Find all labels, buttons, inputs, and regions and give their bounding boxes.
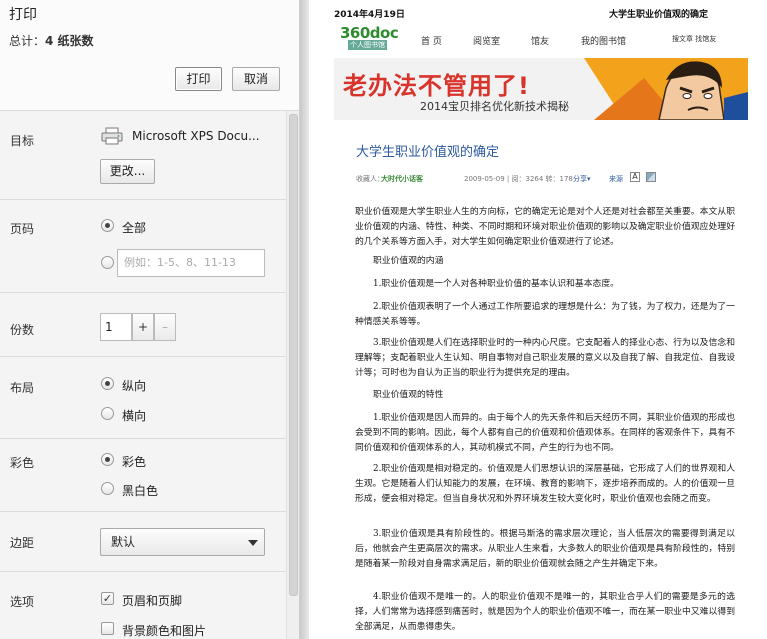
destination-section: 目标 — [0, 111, 286, 200]
copies-decrement-button[interactable]: – — [154, 313, 176, 341]
site-logo: 360doc 个人图书馆 — [340, 24, 400, 50]
color-radio[interactable] — [101, 453, 114, 466]
meta-info: 2009-05-09 | 阅：3264 转：178 — [464, 175, 573, 183]
paragraph-meaning-1: 1.职业价值观是一个人对各种职业价值的基本认识和基本态度。 — [373, 279, 619, 289]
margins-select[interactable]: 默认 — [100, 528, 265, 556]
paragraph-traits-1: 1.职业价值观是因人而异的。由于每个人的先天条件和后天经历不同，其职业价值观的形… — [355, 413, 735, 453]
subheading-traits: 职业价值观的特性 — [373, 390, 444, 400]
nav-home: 首 页 — [421, 37, 442, 47]
source-link: 来源 — [609, 175, 623, 183]
paragraph-traits-4: 4.职业价值观不是唯一的。人的职业价值观不是唯一的，其职业合乎人们的需要是多元的… — [355, 592, 735, 632]
margins-selected-value: 默认 — [111, 535, 136, 549]
panel-header: 打印 总计：4 纸张数 打印 取消 — [0, 0, 299, 111]
paragraph-intro: 职业价值观是大学生职业人生的方向标，它的确定无论是对个人还是对社会都至关重要。本… — [355, 207, 735, 247]
font-size-icon: A — [630, 172, 640, 182]
banner-headline: 老办法不管用了! — [343, 72, 530, 100]
pages-label: 页码 — [10, 222, 35, 236]
printer-icon — [101, 127, 123, 145]
banner-subtitle: 2014宝贝排名优化新技术揭秘 — [420, 100, 569, 113]
color-section: 彩色 — [0, 439, 286, 512]
print-settings-panel: 打印 总计：4 纸张数 打印 取消 目标 Microsoft XPS Docu.… — [0, 0, 300, 639]
print-button[interactable]: 打印 — [175, 67, 222, 91]
total-label: 总计： — [9, 34, 46, 48]
pages-range-radio[interactable] — [101, 256, 114, 269]
copies-increment-button[interactable]: + — [132, 313, 154, 341]
paragraph-traits-2: 2.职业价值观是相对稳定的。价值观是人们思想认识的深层基础，它形成了人们的世界观… — [355, 464, 735, 504]
copies-input[interactable]: 1 — [100, 313, 132, 341]
sheet-total: 总计：4 纸张数 — [9, 32, 94, 49]
layout-section: 布局 — [0, 357, 286, 439]
color-option-label: 彩色 — [122, 455, 147, 469]
theme-icon — [646, 172, 656, 182]
black-white-radio[interactable] — [101, 482, 114, 495]
change-destination-button[interactable]: 更改... — [100, 159, 155, 184]
pages-all-radio[interactable] — [101, 219, 114, 232]
nav-friends: 馆友 — [531, 37, 550, 47]
logo-subtitle: 个人图书馆 — [348, 40, 387, 50]
layout-label: 布局 — [10, 381, 35, 395]
paragraph-traits-3: 3.职业价值观是具有阶段性的。根据马斯洛的需求层次理论，当人低层次的需要得到满足… — [355, 529, 735, 569]
share-link: 分享▾ — [573, 175, 591, 183]
portrait-radio[interactable] — [101, 377, 114, 390]
copies-label: 份数 — [10, 323, 35, 337]
meta-author: 大时代小话客 — [381, 175, 423, 183]
meta-prefix: 收藏人： — [356, 175, 384, 183]
black-white-label: 黑白色 — [122, 484, 159, 498]
nav-my-library: 我的图书馆 — [581, 37, 627, 47]
cartoon-man-icon — [584, 58, 748, 120]
paragraph-meaning-2: 2.职业价值观表明了一个人通过工作所要追求的理想是什么：为了钱，为了权力，还是为… — [355, 302, 735, 327]
landscape-radio[interactable] — [101, 407, 114, 420]
chevron-down-icon — [248, 540, 258, 546]
printer-name: Microsoft XPS Docu... — [132, 129, 260, 143]
landscape-label: 横向 — [122, 409, 147, 423]
options-label: 选项 — [10, 595, 35, 609]
nav-search-links: 搜文章 找馆友 — [672, 35, 717, 43]
panel-divider[interactable] — [300, 0, 309, 639]
total-value: 4 纸张数 — [45, 34, 94, 48]
subheading-meaning: 职业价值观的内涵 — [373, 256, 444, 266]
scrollbar-thumb[interactable] — [289, 114, 298, 596]
color-label: 彩色 — [10, 456, 35, 470]
destination-label: 目标 — [10, 134, 35, 148]
page-header-title: 大学生职业价值观的确定 — [609, 10, 709, 20]
nav-reading-room: 阅览室 — [473, 37, 501, 47]
pages-all-label: 全部 — [122, 221, 147, 235]
background-graphics-checkbox[interactable] — [101, 622, 114, 635]
margins-label: 边距 — [10, 536, 35, 550]
article-title: 大学生职业价值观的确定 — [356, 145, 500, 160]
background-graphics-label: 背景颜色和图片 — [122, 624, 207, 638]
pages-section: 页码 — [0, 200, 286, 293]
headers-footers-label: 页眉和页脚 — [122, 594, 183, 608]
panel-scrollbar[interactable] — [286, 111, 299, 639]
ad-banner: 老办法不管用了! 2014宝贝排名优化新技术揭秘 — [334, 58, 748, 120]
headers-footers-checkbox[interactable]: ✓ — [101, 592, 114, 605]
page-header-date: 2014年4月19日 — [334, 10, 405, 20]
page-range-input[interactable]: 例如：1-5、8、11-13 — [117, 249, 265, 277]
print-preview-page: 2014年4月19日 大学生职业价值观的确定 360doc 个人图书馆 首 页 … — [309, 0, 767, 639]
portrait-label: 纵向 — [122, 379, 147, 393]
panel-title: 打印 — [9, 7, 37, 23]
paragraph-meaning-3: 3.职业价值观是人们在选择职业时的一种内心尺度。它支配着人的择业心态、行为以及信… — [355, 338, 735, 378]
cancel-button[interactable]: 取消 — [232, 67, 280, 91]
